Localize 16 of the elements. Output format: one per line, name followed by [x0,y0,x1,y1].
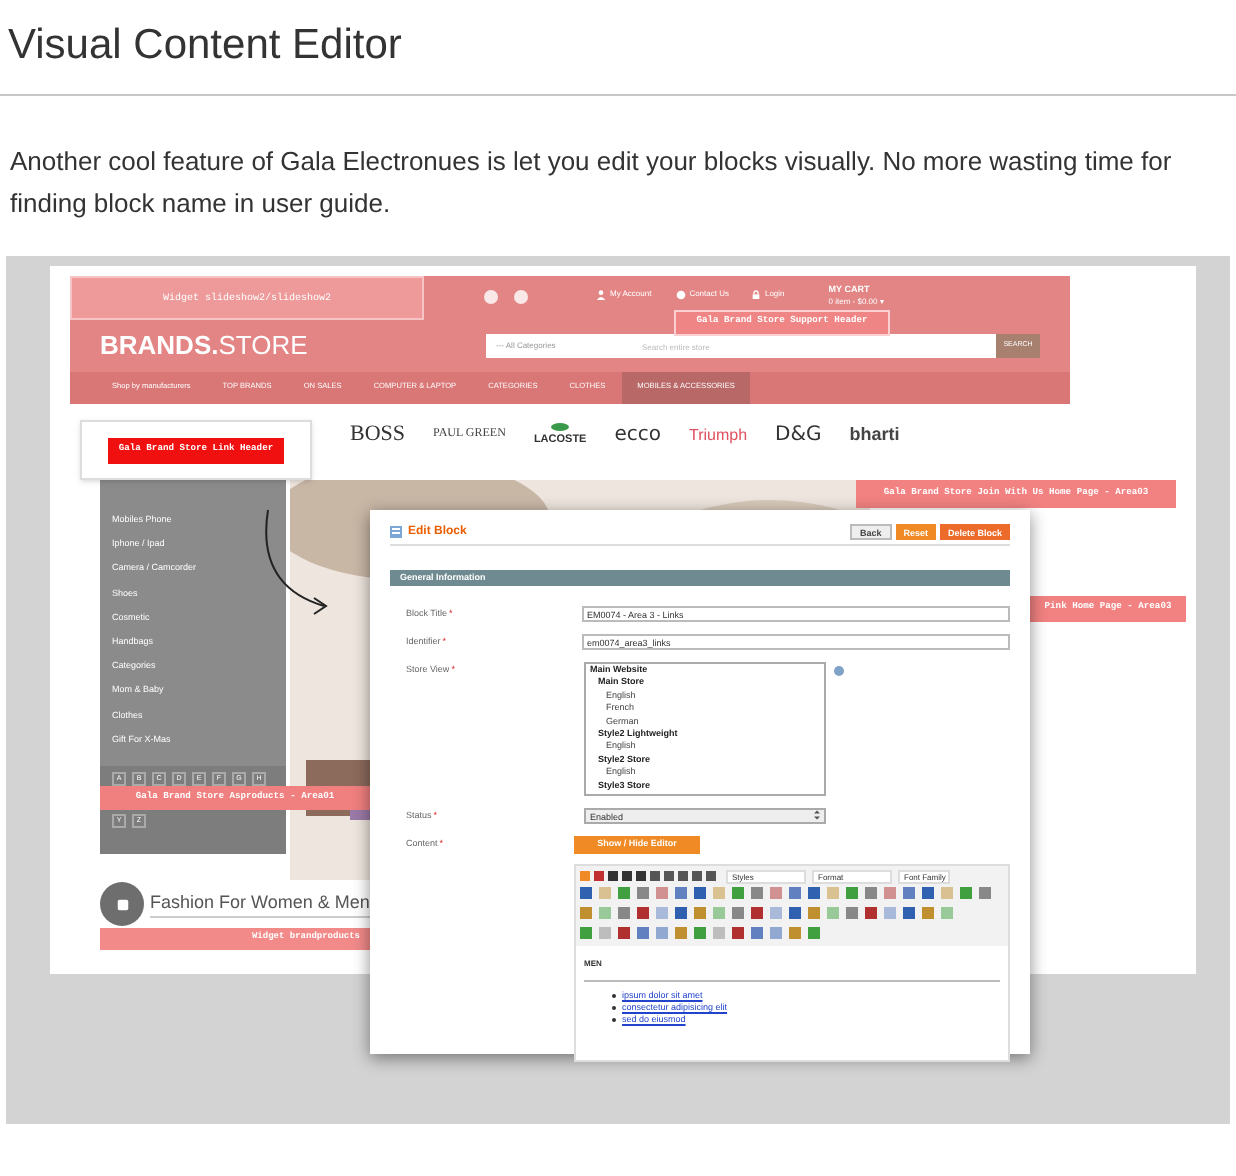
brand-logo: BOSS [350,420,406,451]
tag-icon [115,897,129,911]
intro-paragraph: Another cool feature of Gala Electronues is let you edit your blocks visually. No more wasting time for finding block name in user guide. [8,144,1174,222]
section-title: Fashion For Women & Men [150,889,370,919]
brand-logo: Triumph [689,423,748,447]
page-heading: Visual Content Editor [6,20,404,72]
person-icon [596,289,606,299]
lock-icon [752,289,761,299]
updown-icon [814,810,820,821]
toolbar-icons-drawing [580,870,720,883]
store-logo: BRANDS.STORE [100,328,310,365]
help-icon [834,666,844,676]
brand-logo: D&G [775,422,822,450]
brand-logo: bharti [849,421,900,448]
block-icon [390,526,402,538]
brand-logo: ecco [614,422,661,450]
